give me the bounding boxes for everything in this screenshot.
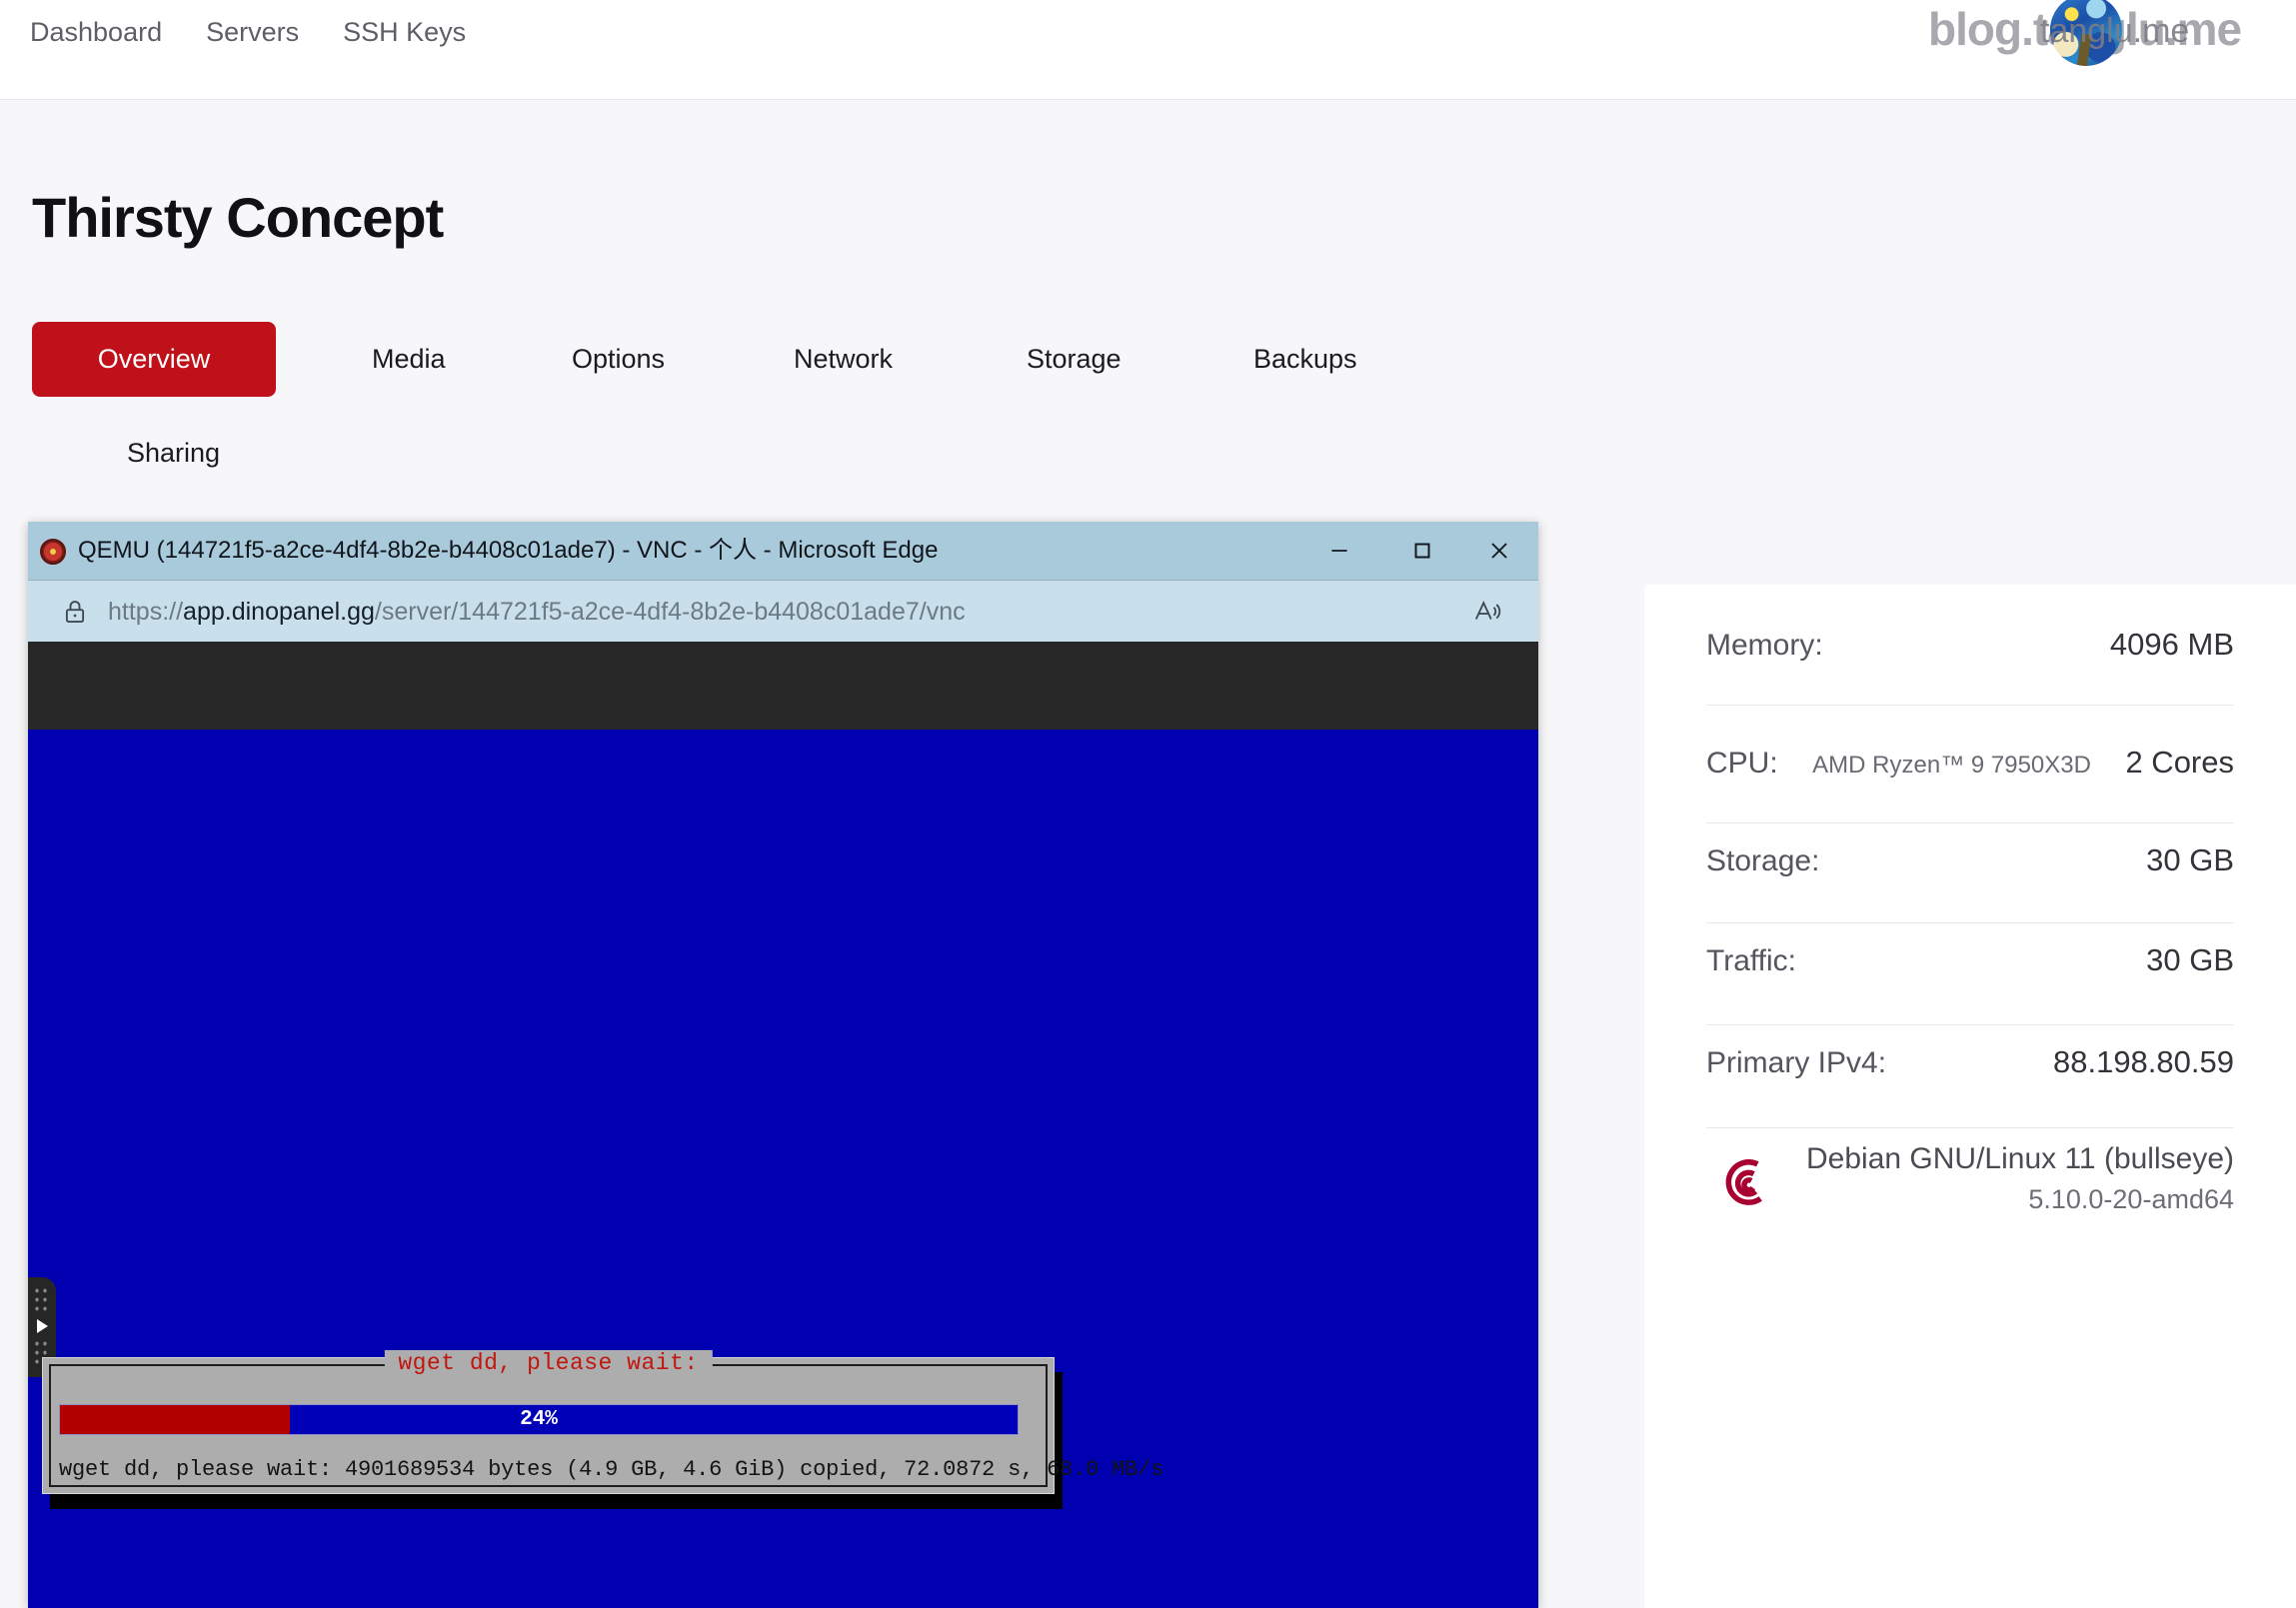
nav-link-ssh-keys[interactable]: SSH Keys (343, 12, 466, 52)
progress-message: wget dd, please wait: 4901689534 bytes (… (59, 1457, 1164, 1482)
watermark-overlay-text: tanglu.me (2040, 12, 2190, 50)
spec-row-memory: Memory: 4096 MB (1706, 627, 2234, 663)
url-host: app.dinopanel.gg (183, 598, 375, 626)
debian-swirl-icon (1725, 1159, 1762, 1205)
play-triangle-icon (37, 1319, 48, 1333)
tab-backups[interactable]: Backups (1253, 344, 1357, 375)
progress-percent-label: 24% (520, 1408, 558, 1431)
tab-storage[interactable]: Storage (1027, 344, 1122, 375)
spec-value-ipv4: 88.198.80.59 (2052, 1044, 2234, 1079)
browser-titlebar[interactable]: QEMU (144721f5-a2ce-4df4-8b2e-b4408c01ad… (28, 522, 1538, 580)
spec-divider (1706, 922, 2234, 923)
os-text: Debian GNU/Linux 11 (bullseye) 5.10.0-20… (1806, 1142, 2234, 1215)
spec-divider (1706, 705, 2234, 706)
spec-cpu-model: AMD Ryzen™ 9 7950X3D (1812, 752, 2091, 779)
spec-value-traffic: 30 GB (2146, 942, 2234, 977)
spec-value-cpu: 2 Cores (2125, 745, 2234, 780)
read-aloud-icon[interactable] (1472, 597, 1502, 632)
tab-overview[interactable]: Overview (32, 322, 276, 397)
url-text[interactable]: https://app.dinopanel.gg/server/144721f5… (108, 581, 966, 643)
url-scheme: https:// (108, 598, 184, 626)
nav-link-servers[interactable]: Servers (206, 12, 299, 52)
nav-links: Dashboard Servers SSH Keys (30, 12, 466, 52)
spec-label-cpu: CPU: (1706, 747, 1778, 780)
maximize-button[interactable] (1389, 522, 1455, 580)
url-path: /server/144721f5-a2ce-4df4-8b2e-b4408c01… (374, 598, 966, 626)
progress-bar: 24% (59, 1404, 1019, 1435)
spec-divider (1706, 822, 2234, 823)
os-name: Debian GNU/Linux 11 (bullseye) (1806, 1142, 2234, 1175)
qemu-icon (40, 539, 66, 565)
tab-network[interactable]: Network (794, 344, 893, 375)
dialog-title: wget dd, please wait: (384, 1350, 713, 1376)
spec-label-ipv4: Primary IPv4: (1706, 1046, 1887, 1079)
spec-divider (1706, 1024, 2234, 1025)
tab-sharing[interactable]: Sharing (127, 438, 220, 469)
spec-label-traffic: Traffic: (1706, 944, 1797, 977)
spec-row-cpu: CPU: AMD Ryzen™ 9 7950X3D 2 Cores (1706, 745, 2234, 781)
top-navigation-bar: Dashboard Servers SSH Keys blog.tanglu.m… (0, 0, 2296, 100)
browser-window: QEMU (144721f5-a2ce-4df4-8b2e-b4408c01ad… (28, 522, 1538, 1608)
spec-label-memory: Memory: (1706, 629, 1823, 662)
nav-link-dashboard[interactable]: Dashboard (30, 12, 162, 52)
brand-watermark: blog.tanglu.me tanglu.me (1928, 0, 2288, 88)
spec-value-memory: 4096 MB (2109, 627, 2234, 662)
server-specs-card: Memory: 4096 MB CPU: AMD Ryzen™ 9 7950X3… (1644, 585, 2296, 1608)
vnc-canvas[interactable]: wget dd, please wait: 24% wget dd, pleas… (28, 642, 1538, 1608)
close-button[interactable] (1466, 522, 1532, 580)
grip-dots-icon (33, 1286, 51, 1314)
browser-window-title: QEMU (144721f5-a2ce-4df4-8b2e-b4408c01ad… (78, 537, 939, 564)
minimize-button[interactable] (1306, 522, 1372, 580)
browser-address-bar[interactable]: https://app.dinopanel.gg/server/144721f5… (28, 580, 1538, 642)
spec-row-ipv4: Primary IPv4: 88.198.80.59 (1706, 1044, 2234, 1080)
spec-row-storage: Storage: 30 GB (1706, 842, 2234, 878)
os-kernel: 5.10.0-20-amd64 (2028, 1184, 2234, 1214)
tab-options[interactable]: Options (572, 344, 665, 375)
os-info-row: Debian GNU/Linux 11 (bullseye) 5.10.0-20… (1706, 1142, 2234, 1252)
progress-dialog: wget dd, please wait: 24% wget dd, pleas… (42, 1350, 1163, 1494)
spec-value-storage: 30 GB (2146, 842, 2234, 877)
spec-divider (1706, 1127, 2234, 1128)
spec-row-traffic: Traffic: 30 GB (1706, 942, 2234, 978)
page-title: Thirsty Concept (32, 186, 444, 249)
vnc-top-black-bar (28, 642, 1538, 730)
tab-media[interactable]: Media (372, 344, 446, 375)
lock-icon (60, 597, 90, 632)
spec-label-storage: Storage: (1706, 844, 1820, 877)
